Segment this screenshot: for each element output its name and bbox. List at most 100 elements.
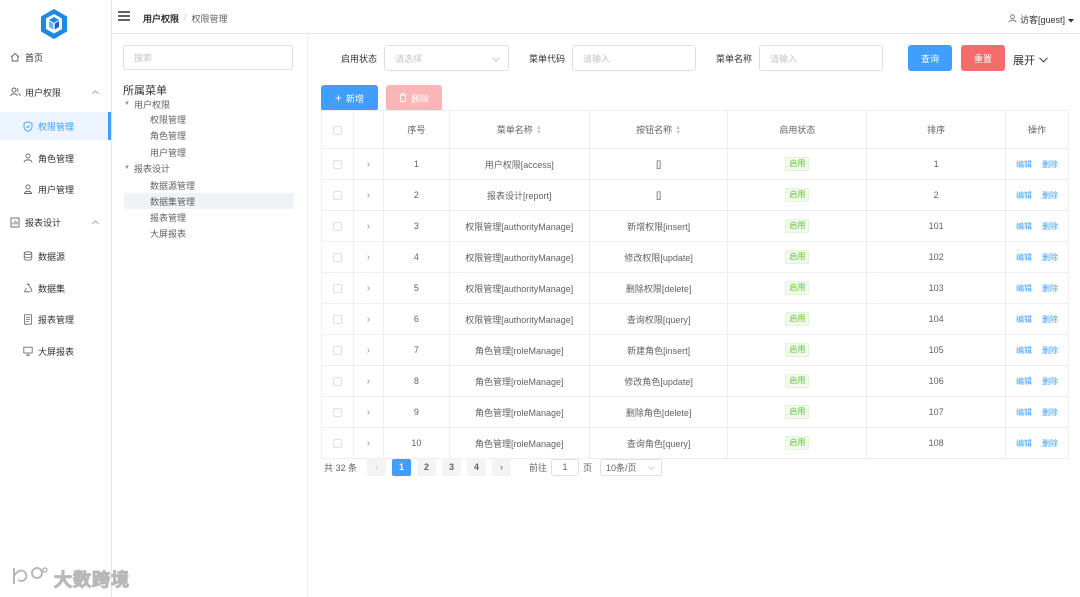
row-checkbox[interactable] [321, 241, 354, 273]
breadcrumb-item-user-permission[interactable]: 用户权限 [143, 12, 179, 25]
sidebar-item-datasource[interactable]: 数据源 [0, 242, 111, 270]
delete-link[interactable]: 删除 [1042, 346, 1058, 355]
expand-row-icon[interactable]: › [353, 365, 384, 397]
hamburger-menu-icon[interactable] [118, 11, 130, 21]
table-row[interactable]: › 10 角色管理[roleManage] 查询角色[query] 启用 108 编辑 删除 [321, 427, 1069, 459]
delete-link[interactable]: 删除 [1042, 439, 1058, 448]
edit-link[interactable]: 编辑 [1016, 191, 1032, 200]
delete-link[interactable]: 删除 [1042, 222, 1058, 231]
tree-node-user-permission[interactable]: ▼ 用户权限 [124, 96, 294, 112]
row-checkbox[interactable] [321, 396, 354, 428]
edit-link[interactable]: 编辑 [1016, 253, 1032, 262]
reset-button[interactable]: 重置 [961, 45, 1005, 71]
tree-node-bigscreen[interactable]: 大屏报表 [124, 225, 294, 241]
page-button-2[interactable]: 2 [417, 458, 437, 476]
edit-link[interactable]: 编辑 [1016, 346, 1032, 355]
row-checkbox[interactable] [321, 303, 354, 335]
tree-node-datasource-manage[interactable]: 数据源管理 [124, 177, 294, 193]
delete-link[interactable]: 删除 [1042, 377, 1058, 386]
code-input[interactable]: 请输入 [572, 45, 696, 71]
row-checkbox[interactable] [321, 427, 354, 459]
user-name: 访客[guest] [1019, 15, 1065, 25]
caret-down-icon[interactable]: ▼ [124, 101, 134, 107]
delete-link[interactable]: 删除 [1042, 315, 1058, 324]
row-checkbox[interactable] [321, 210, 354, 242]
edit-link[interactable]: 编辑 [1016, 408, 1032, 417]
edit-link[interactable]: 编辑 [1016, 315, 1032, 324]
row-checkbox[interactable] [321, 148, 354, 180]
expand-row-icon[interactable]: › [353, 427, 384, 459]
edit-link[interactable]: 编辑 [1016, 377, 1032, 386]
expand-row-icon[interactable]: › [353, 210, 384, 242]
tree-node-report-manage[interactable]: 报表管理 [124, 209, 294, 225]
user-menu[interactable]: 访客[guest] [1008, 13, 1074, 26]
name-input[interactable]: 请输入 [759, 45, 883, 71]
goto-page-input[interactable]: 1 [551, 458, 580, 476]
expand-row-icon[interactable]: › [353, 241, 384, 273]
sidebar-item-dataset[interactable]: 数据集 [0, 274, 111, 302]
sidebar-item-user-permission[interactable]: 用户权限 [0, 78, 111, 106]
sidebar-item-home[interactable]: 首页 [0, 43, 111, 71]
row-checkbox[interactable] [321, 334, 354, 366]
sidebar-item-report-manage[interactable]: 报表管理 [0, 305, 111, 333]
tree-node-user-manage[interactable]: 用户管理 [124, 144, 294, 160]
row-checkbox[interactable] [321, 365, 354, 397]
table-row[interactable]: › 1 用户权限[access][] 启用 1 编辑 删除 [321, 148, 1069, 180]
delete-link[interactable]: 删除 [1042, 408, 1058, 417]
query-button[interactable]: 查询 [908, 45, 952, 71]
tree-node-permission-manage[interactable]: 权限管理 [124, 111, 294, 127]
tree-node-label: 权限管理 [150, 114, 187, 125]
sort-icon[interactable]: ▲ ▼ [675, 125, 681, 136]
sidebar-item-permission-manage[interactable]: 权限管理 [0, 112, 111, 140]
select-all-checkbox[interactable] [321, 110, 354, 149]
delete-link[interactable]: 删除 [1042, 284, 1058, 293]
table-row[interactable]: › 9 角色管理[roleManage] 删除角色[delete] 启用 107 编辑 删除 [321, 396, 1069, 428]
row-checkbox[interactable] [321, 179, 354, 211]
page-button-4[interactable]: 4 [467, 458, 487, 476]
caret-down-icon[interactable]: ▼ [124, 165, 134, 171]
table-row[interactable]: › 7 角色管理[roleManage] 新建角色[insert] 启用 105 编辑 删除 [321, 334, 1069, 366]
prev-page-button[interactable]: ‹ [367, 458, 387, 476]
page-button-3[interactable]: 3 [442, 458, 462, 476]
table-row[interactable]: › 3 权限管理[authorityManage] 新增权限[insert] 启用 101… [321, 210, 1069, 242]
sidebar-item-role-manage[interactable]: 角色管理 [0, 144, 111, 172]
table-row[interactable]: › 2 报表设计[report][] 启用 2 编辑 删除 [321, 179, 1069, 211]
expand-row-icon[interactable]: › [353, 303, 384, 335]
cell-actions: 编辑 删除 [1005, 334, 1069, 366]
app-logo-icon[interactable] [38, 8, 70, 40]
edit-link[interactable]: 编辑 [1016, 160, 1032, 169]
edit-link[interactable]: 编辑 [1016, 222, 1032, 231]
row-checkbox[interactable] [321, 272, 354, 304]
next-page-button[interactable]: › [492, 458, 512, 476]
expand-toggle[interactable]: 展开 [1013, 52, 1048, 68]
column-header-button-name[interactable]: 按钮名称 ▲ ▼ [589, 110, 729, 149]
sidebar-item-report-design[interactable]: 报表设计 [0, 208, 111, 236]
tree-search-input[interactable]: 搜索 [123, 45, 293, 70]
tree-node-dataset-manage[interactable]: 数据集管理 [124, 193, 294, 209]
add-button[interactable]: + 新增 [321, 85, 378, 111]
expand-row-icon[interactable]: › [353, 179, 384, 211]
tree-node-role-manage[interactable]: 角色管理 [124, 127, 294, 143]
tree-node-report-design[interactable]: ▼ 报表设计 [124, 160, 294, 176]
expand-row-icon[interactable]: › [353, 148, 384, 180]
table-row[interactable]: › 8 角色管理[roleManage] 修改角色[update] 启用 106 编辑 删除 [321, 365, 1069, 397]
page-button-1[interactable]: 1 [392, 458, 412, 476]
delete-link[interactable]: 删除 [1042, 191, 1058, 200]
delete-link[interactable]: 删除 [1042, 253, 1058, 262]
delete-button[interactable]: 删除 [386, 85, 442, 111]
expand-row-icon[interactable]: › [353, 396, 384, 428]
table-row[interactable]: › 5 权限管理[authorityManage] 删除权限[delete] 启用 103… [321, 272, 1069, 304]
table-row[interactable]: › 4 权限管理[authorityManage] 修改权限[update] 启用 102… [321, 241, 1069, 273]
sidebar-item-user-manage[interactable]: 用户管理 [0, 175, 111, 203]
table-row[interactable]: › 6 权限管理[authorityManage] 查询权限[query] 启用 104 编… [321, 303, 1069, 335]
page-size-select[interactable]: 10条/页 [600, 458, 663, 476]
expand-row-icon[interactable]: › [353, 334, 384, 366]
expand-row-icon[interactable]: › [353, 272, 384, 304]
status-select[interactable]: 请选择 [384, 45, 509, 71]
edit-link[interactable]: 编辑 [1016, 439, 1032, 448]
column-header-menu-name[interactable]: 菜单名称 ▲ ▼ [449, 110, 590, 149]
delete-link[interactable]: 删除 [1042, 160, 1058, 169]
sort-icon[interactable]: ▲ ▼ [536, 125, 542, 136]
edit-link[interactable]: 编辑 [1016, 284, 1032, 293]
sidebar-item-bigscreen[interactable]: 大屏报表 [0, 337, 111, 365]
